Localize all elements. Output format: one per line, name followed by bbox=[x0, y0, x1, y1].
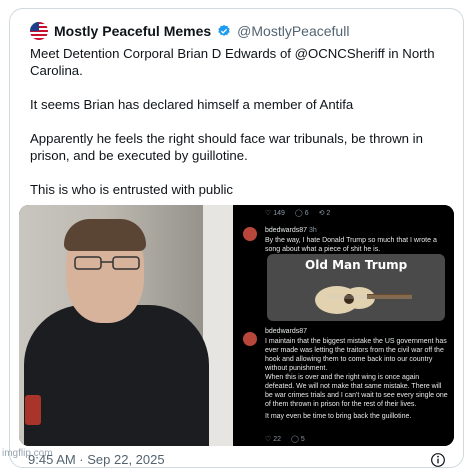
song-title: Old Man Trump bbox=[305, 258, 408, 272]
user-handle[interactable]: @MostlyPeacefull bbox=[237, 23, 349, 39]
guitar-icon bbox=[315, 286, 412, 314]
heart-icon: ♡ 22 bbox=[265, 436, 282, 443]
reply-icon: ◯ 5 bbox=[291, 436, 305, 443]
avatar[interactable] bbox=[30, 22, 48, 40]
display-name[interactable]: Mostly Peaceful Memes bbox=[54, 23, 211, 39]
screenshot-song: ♡ 149 ◯ 6 ⟲ 2 bdedwards87 3h By the way,… bbox=[237, 205, 454, 323]
repost-icon: ⟲ 2 bbox=[318, 210, 331, 217]
uniform bbox=[24, 305, 209, 446]
tweet-paragraph: This is who is entrusted with public bbox=[30, 182, 234, 197]
heart-icon: ♡ 149 bbox=[265, 210, 285, 217]
tweet-paragraph: Apparently he feels the right should fac… bbox=[30, 131, 423, 163]
glasses-icon bbox=[74, 256, 140, 270]
verified-badge-icon bbox=[218, 24, 230, 36]
reply-text: By the way, I hate Donald Trump so much … bbox=[265, 237, 437, 253]
tweet-timestamp[interactable]: 9:45 AM · Sep 22, 2025 bbox=[28, 452, 165, 467]
reply-username: bdedwards87 bbox=[265, 328, 308, 335]
screenshot-guillotine: bdedwards87 I maintain that the biggest … bbox=[237, 326, 454, 446]
post-stats: ♡ 22 ◯ 5 bbox=[265, 435, 305, 443]
reply-icon: ◯ 6 bbox=[294, 210, 309, 217]
post-stats: ♡ 149 ◯ 6 ⟲ 2 bbox=[265, 209, 330, 217]
info-icon[interactable] bbox=[430, 452, 446, 468]
tweet-header: Mostly Peaceful Memes @MostlyPeacefull bbox=[30, 22, 349, 40]
reply-avatar bbox=[243, 332, 257, 346]
reply-text: I maintain that the biggest mistake the … bbox=[265, 338, 448, 420]
sheriff-patch bbox=[25, 395, 41, 425]
tweet-paragraph: It seems Brian has declared himself a me… bbox=[30, 97, 354, 112]
reply-avatar bbox=[243, 227, 257, 241]
tweet-text: Meet Detention Corporal Brian D Edwards … bbox=[30, 45, 440, 215]
tweet-media[interactable]: ♡ 149 ◯ 6 ⟲ 2 bdedwards87 3h By the way,… bbox=[19, 205, 454, 446]
officer-photo[interactable] bbox=[19, 205, 233, 446]
reply-time: 3h bbox=[308, 227, 317, 234]
tweet-card[interactable]: Mostly Peaceful Memes @MostlyPeacefull M… bbox=[9, 8, 464, 468]
song-thumbnail: Old Man Trump bbox=[267, 254, 445, 321]
screenshot-collage[interactable]: ♡ 149 ◯ 6 ⟲ 2 bdedwards87 3h By the way,… bbox=[237, 205, 454, 446]
tweet-paragraph: Meet Detention Corporal Brian D Edwards … bbox=[30, 46, 435, 78]
reply-username: bdedwards87 bbox=[265, 227, 308, 234]
